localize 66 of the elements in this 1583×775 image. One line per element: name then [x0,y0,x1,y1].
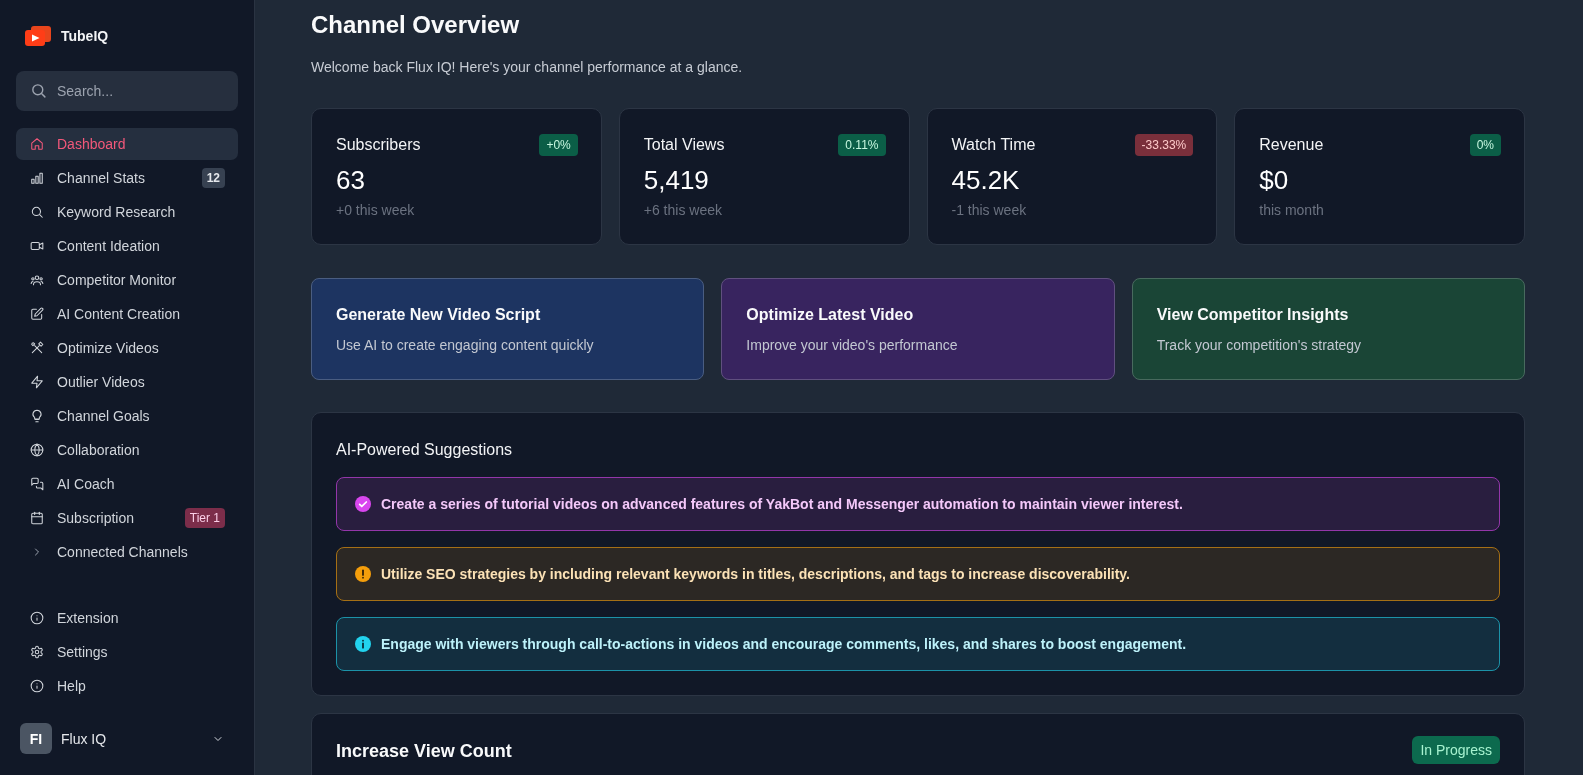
stat-note: +6 this week [643,201,723,220]
nav-item[interactable]: AI Content Creation [16,298,238,330]
nav-item[interactable]: Competitor Monitor [16,264,238,296]
nav-item[interactable]: Connected Channels [16,536,238,568]
page-title: Channel Overview [311,10,521,40]
info-icon [30,611,44,625]
info-icon [30,679,44,693]
calendar-icon [30,511,44,525]
nav-item[interactable]: Dashboard [16,128,238,160]
user-name: Flux IQ [61,730,108,747]
nav-item[interactable]: Collaboration [16,434,238,466]
nav-item[interactable]: Keyword Research [16,196,238,228]
nav-item[interactable]: Subscription Tier 1 [16,502,238,534]
tier-badge: Tier 1 [184,508,225,528]
action-card[interactable]: Optimize Latest Video Improve your video's performance [721,278,1115,380]
action-card[interactable]: Generate New Video Script Use AI to create engaging content quickly [311,278,705,380]
nav-item[interactable]: Channel Goals [16,400,238,432]
stat-note: this month [1259,201,1325,220]
nav-item[interactable]: Channel Stats 12 [16,162,238,194]
nav-item[interactable]: Settings [16,636,238,668]
stat-label: Watch Time [951,136,1036,154]
nav-item[interactable]: AI Coach [16,468,238,500]
app-name: TubeIQ [61,27,109,46]
nav-item[interactable]: Content Ideation [16,230,238,262]
stat-label: Subscribers [336,136,421,154]
goal-title: Increase View Count [336,740,512,763]
search-icon [30,82,47,99]
panel-title: AI-Powered Suggestions [336,440,514,460]
tools-icon [30,341,44,355]
stat-value: $0 [1259,165,1290,195]
chat-bubbles-icon [30,477,44,491]
nav-item[interactable]: Outlier Videos [16,366,238,398]
user-avatar: FI [20,723,52,754]
search-field[interactable]: Search... [16,71,238,111]
stat-value: 5,419 [643,165,710,195]
change-badge: +0% [539,134,578,156]
users-icon [30,273,44,287]
logo-icon [25,26,51,46]
pencil-square-icon [30,307,44,321]
change-badge: -33.33% [1134,134,1194,156]
action-card[interactable]: View Competitor Insights Track your competition's strategy [1131,278,1525,380]
nav-item[interactable]: Help [16,670,238,702]
home-icon [30,137,44,151]
globe-icon [30,443,44,457]
count-badge: 12 [201,168,225,188]
bar-chart-icon [30,171,44,185]
search-icon [30,205,44,219]
suggestion-text: Create a series of tutorial videos on advanced features of YakBot and Messenger automation to maintain viewer interest. [381,495,1183,514]
stat-label: Revenue [1259,136,1324,154]
settings-icon [30,645,44,659]
stat-value: 63 [336,165,366,195]
status-badge: In Progress [1412,736,1500,764]
suggestion-text: Utilize SEO strategies by including relevant keywords in titles, descriptions, and tags to increase discoverability. [381,565,1130,584]
video-camera-icon [30,239,44,253]
page-subtitle: Welcome back Flux IQ! Here's your channel performance at a glance. [311,58,744,77]
change-badge: 0.11% [838,134,886,156]
lightning-icon [30,375,44,389]
change-badge: 0% [1469,134,1501,156]
stat-value: 45.2K [951,165,1021,195]
nav-item[interactable]: Extension [16,602,238,634]
stat-label: Total Views [643,136,725,154]
suggestion-text: Engage with viewers through call-to-actions in videos and encourage comments, likes, and shares to boost engagement. [381,635,1187,654]
nav-item[interactable]: Optimize Videos [16,332,238,364]
stat-note: +0 this week [336,201,416,220]
stat-note: -1 this week [951,201,1028,220]
lightbulb-icon [30,409,44,423]
